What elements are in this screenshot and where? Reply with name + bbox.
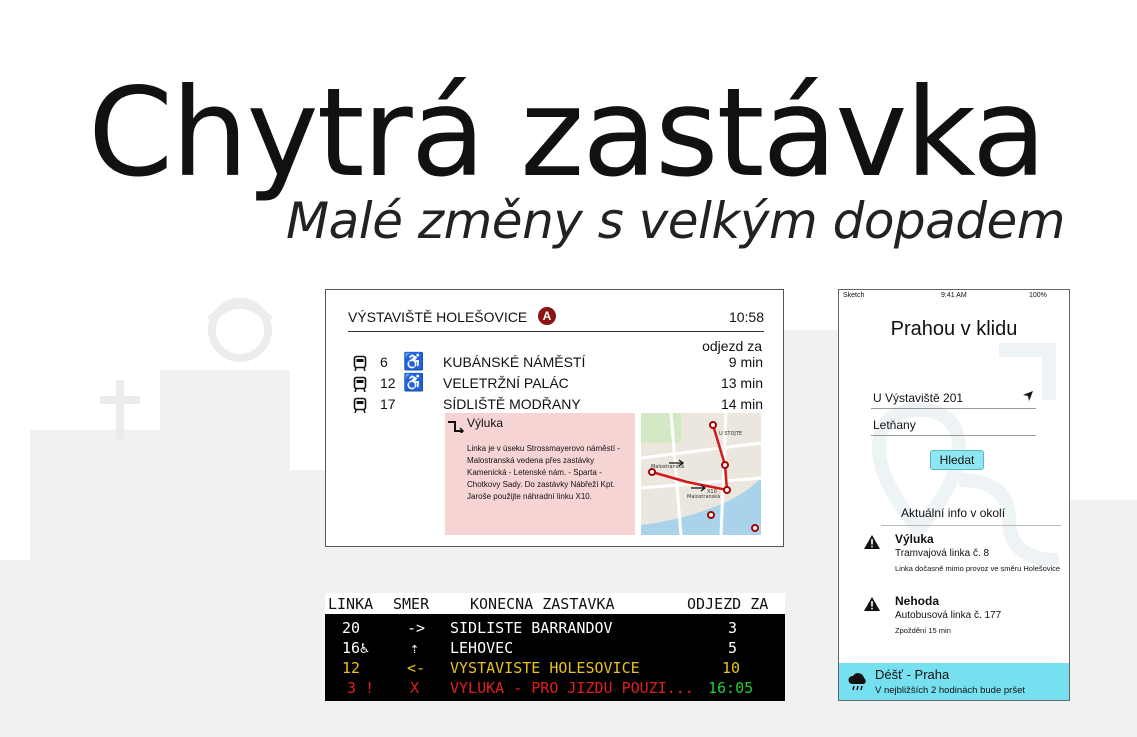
led-direction: <-: [407, 659, 426, 677]
wheelchair-icon: ♿: [403, 352, 425, 371]
departure-row: 12 ♿ VELETRŽNÍ PALÁC 13 min: [353, 373, 763, 395]
departure-time: 9 min: [728, 354, 763, 370]
detour-alert: Výluka Linka je v úseku Strossmayerovo n…: [445, 413, 635, 535]
status-time: 9:41 AM: [941, 292, 967, 299]
location-arrow-icon[interactable]: [1022, 390, 1034, 402]
map-graphic: Malostranská Malostranská X10 U STOJTE: [641, 413, 761, 535]
info-description: Linka dočasně mimo provoz ve směru Holeš…: [895, 564, 1061, 573]
led-destination: LEHOVEC: [450, 639, 514, 657]
info-item[interactable]: Výluka Tramvajová linka č. 8 Linka dočas…: [863, 532, 1060, 582]
info-description: Zpoždění 15 min: [895, 626, 951, 635]
app-title: Prahou v klidu: [890, 318, 1018, 340]
status-bar: Sketch 9:41 AM 100%: [839, 292, 1069, 302]
detour-map: Malostranská Malostranská X10 U STOJTE: [641, 413, 761, 535]
warning-icon: [864, 597, 880, 611]
alert-text: Linka je v úseku Strossmayerovo náměstí …: [467, 444, 620, 501]
col-line: LINKA: [328, 595, 374, 613]
led-line: 12: [342, 659, 361, 677]
tram-icon: [353, 355, 367, 371]
phone-app-mockup: Sketch 9:41 AM 100% Prahou v klidu U Výs…: [838, 289, 1070, 701]
from-value: U Výstaviště 201: [873, 391, 964, 405]
from-field[interactable]: U Výstaviště 201: [871, 388, 1036, 409]
destination: KUBÁNSKÉ NÁMĚSTÍ: [443, 354, 586, 370]
rain-cloud-icon: [848, 673, 866, 691]
led-destination: VYLUKA - PRO JIZDU POUZI...: [450, 679, 694, 697]
map-label: X10: [707, 489, 717, 495]
led-row: 20 -> SIDLISTE BARRANDOV 3: [325, 618, 785, 638]
departure-time: 14 min: [720, 396, 763, 412]
to-value: Letňany: [873, 418, 916, 432]
led-line: 16♿: [342, 639, 370, 657]
led-direction: ->: [407, 619, 426, 637]
info-title: Výluka: [895, 532, 934, 546]
destination: VELETRŽNÍ PALÁC: [443, 375, 569, 391]
page-subtitle: Malé změny s velkým dopadem: [286, 192, 1065, 250]
led-row: 3 ! X VYLUKA - PRO JIZDU POUZI... 16:05: [325, 678, 785, 698]
warning-icon: [864, 535, 880, 549]
led-line: 3 !: [347, 679, 375, 697]
alert-title: Výluka: [467, 416, 504, 430]
info-item[interactable]: Nehoda Autobusová linka č. 177 Zpoždění …: [863, 594, 1059, 635]
wheelchair-icon: ♿: [403, 373, 425, 392]
led-departure-board: LINKA SMER KONECNA ZASTAVKA ODJEZD ZA 20…: [325, 593, 785, 701]
led-header: LINKA SMER KONECNA ZASTAVKA ODJEZD ZA: [325, 593, 785, 614]
weather-title: Déšť - Praha: [875, 667, 950, 682]
info-line: Tramvajová linka č. 8: [895, 548, 990, 559]
weather-banner[interactable]: Déšť - Praha V nejbližších 2 hodinách bu…: [839, 663, 1069, 700]
page-title: Chytrá zastávka: [88, 62, 1047, 204]
battery-level: 100%: [1029, 292, 1047, 299]
info-title: Nehoda: [895, 594, 940, 608]
weather-text: V nejbližších 2 hodinách bude pršet: [875, 685, 1025, 696]
led-row: 16♿ ⇡ LEHOVEC 5: [325, 638, 785, 658]
led-time: 16:05: [708, 679, 754, 697]
led-direction: ⇡: [410, 639, 420, 657]
info-line: Autobusová linka č. 177: [895, 610, 1002, 621]
departure-time: 13 min: [720, 375, 763, 391]
tram-icon: [353, 397, 367, 413]
stop-name: VÝSTAVIŠTĚ HOLEŠOVICE: [348, 309, 528, 325]
stop-display-panel: VÝSTAVIŠTĚ HOLEŠOVICE A 10:58 odjezd za …: [325, 289, 784, 547]
led-line: 20: [342, 619, 361, 637]
tram-icon: [353, 376, 367, 392]
col-destination: KONECNA ZASTAVKA: [470, 595, 615, 613]
led-destination: VYSTAVISTE HOLESOVICE: [450, 659, 640, 677]
line-number: 6: [380, 354, 388, 370]
map-label: U STOJTE: [719, 431, 742, 437]
led-direction: X: [410, 679, 420, 697]
map-label: Malostranská: [651, 463, 684, 470]
search-button[interactable]: Hledat: [930, 450, 984, 470]
destination: SÍDLIŠTĚ MODŘANY: [443, 396, 581, 412]
led-time: 10: [722, 659, 741, 677]
led-time: 5: [728, 639, 738, 657]
led-destination: SIDLISTE BARRANDOV: [450, 619, 613, 637]
stop-display-header: VÝSTAVIŠTĚ HOLEŠOVICE A 10:58: [348, 307, 764, 332]
carrier-label: Sketch: [843, 292, 865, 299]
clock: 10:58: [728, 309, 764, 325]
departure-column-label: odjezd za: [702, 338, 762, 354]
line-number: 17: [380, 396, 396, 412]
line-number: 12: [380, 375, 396, 391]
detour-icon: [448, 421, 465, 433]
led-time: 3: [728, 619, 738, 637]
led-row: 12 <- VYSTAVISTE HOLESOVICE 10: [325, 658, 785, 678]
departure-row: 6 ♿ KUBÁNSKÉ NÁMĚSTÍ 9 min: [353, 352, 763, 374]
zone-badge: A: [538, 307, 556, 325]
col-departure: ODJEZD ZA: [687, 595, 769, 613]
nearby-info-heading: Aktuální info v okolí: [881, 506, 1061, 526]
to-field[interactable]: Letňany: [871, 415, 1036, 436]
col-direction: SMER: [393, 595, 430, 613]
